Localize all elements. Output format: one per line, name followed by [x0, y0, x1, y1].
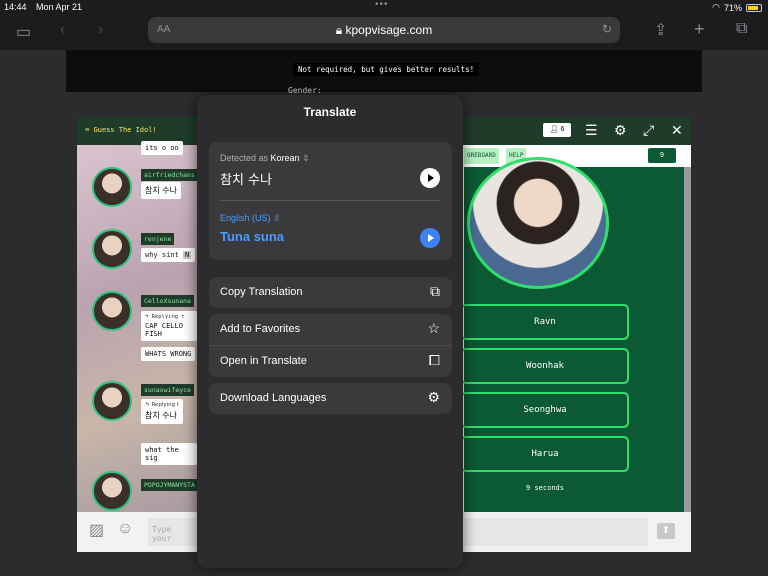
- open-in-translate-label: Open in Translate: [220, 355, 307, 367]
- scrollbar[interactable]: [684, 167, 691, 512]
- source-text: 참치 수나: [220, 173, 272, 188]
- browser-toolbar: ▭ ‹ › AA 🔒︎ kpopvisage.com ↻ ⇪ + ⧉: [0, 14, 768, 50]
- share-icon[interactable]: ⇪: [654, 20, 667, 40]
- gear-icon[interactable]: ⚙: [614, 122, 627, 139]
- address-bar[interactable]: AA 🔒︎ kpopvisage.com ↻: [148, 17, 620, 43]
- chat-username[interactable]: POPOJYMANYSTA: [141, 479, 198, 491]
- send-icon[interactable]: ⬆: [657, 523, 675, 539]
- emoji-icon[interactable]: ☺: [117, 520, 133, 538]
- avatar[interactable]: [92, 381, 132, 421]
- reload-icon[interactable]: ↻: [602, 22, 612, 36]
- chat-username[interactable]: renjene: [141, 233, 175, 245]
- chat-input[interactable]: Type your: [148, 518, 198, 546]
- answer-option[interactable]: Seonghwa: [461, 392, 629, 428]
- scoreboard-tab[interactable]: OREBOARD: [464, 148, 499, 164]
- chevron-updown-icon: ⇳: [273, 213, 281, 223]
- game-title: ⌨ Guess The Idol!: [85, 126, 157, 134]
- play-source-icon[interactable]: [420, 168, 440, 188]
- reply-text: Replying t: [151, 314, 185, 320]
- copy-translation-button[interactable]: Copy Translation ⧉: [209, 277, 452, 308]
- play-target-icon[interactable]: [420, 228, 440, 248]
- lock-icon: 🔒︎: [335, 23, 346, 37]
- status-date: Mon Apr 21: [36, 2, 83, 12]
- countdown-text: 9 seconds: [526, 484, 564, 492]
- gear-icon: ⚙: [427, 389, 440, 405]
- detected-language[interactable]: Detected as Korean ⇳: [220, 153, 310, 164]
- gender-label: Gender:: [288, 86, 322, 95]
- url-value: kpopvisage.com: [345, 23, 433, 37]
- list-icon[interactable]: ☰: [585, 122, 598, 139]
- translate-title: Translate: [303, 105, 357, 119]
- translation-card: Detected as Korean ⇳ 참치 수나 English (US) …: [209, 142, 452, 260]
- answer-option[interactable]: Ravn: [461, 304, 629, 340]
- close-icon[interactable]: ✕: [671, 122, 683, 139]
- chevron-updown-icon: ⇳: [302, 153, 310, 163]
- chat-message-text: 참치 수나: [145, 411, 177, 420]
- back-icon[interactable]: ‹: [60, 21, 65, 39]
- copy-translation-label: Copy Translation: [220, 286, 303, 298]
- reply-label: ↰ Replying t: [145, 402, 180, 408]
- divider: [220, 200, 441, 201]
- tabs-icon[interactable]: ⧉: [736, 20, 747, 38]
- status-time: 14:44: [4, 2, 27, 12]
- download-languages-label: Download Languages: [220, 392, 327, 404]
- forward-icon[interactable]: ›: [98, 21, 103, 39]
- add-favorites-button[interactable]: Add to Favorites ☆: [209, 314, 452, 345]
- download-languages-button[interactable]: Download Languages ⚙: [209, 383, 452, 414]
- new-tab-icon[interactable]: +: [694, 19, 705, 40]
- player-count[interactable]: 👤︎ 6: [543, 123, 571, 137]
- chat-message: its o oo: [141, 141, 183, 155]
- status-bar: 14:44 Mon Apr 21 ••• ◠ 71%: [0, 0, 768, 14]
- wifi-icon: ◠: [712, 2, 720, 12]
- external-link-icon: ⧠: [428, 352, 440, 368]
- status-right: ◠ 71%: [712, 2, 762, 13]
- chat-message-text: CAP CELLO FISH: [145, 322, 183, 338]
- chat-column[interactable]: its o oo airfriedchans 참치 수나 renjene why…: [77, 141, 198, 512]
- multitasking-dots[interactable]: •••: [375, 0, 389, 10]
- chat-message: WHATS WRONG: [141, 347, 196, 361]
- battery-percent: 71%: [723, 2, 742, 13]
- chat-message: why sint N: [141, 248, 196, 262]
- chat-input-area[interactable]: [464, 518, 648, 546]
- upload-hint: Not required, but gives better results!: [293, 63, 480, 76]
- target-language[interactable]: English (US) ⇳: [220, 213, 281, 224]
- chat-message: what the sig: [141, 443, 197, 465]
- target-lang-text: English (US): [220, 213, 271, 223]
- chat-username[interactable]: airfriedchans: [141, 169, 198, 181]
- url-text: 🔒︎ kpopvisage.com: [148, 23, 620, 38]
- chat-username[interactable]: CelloXsunana: [141, 295, 194, 307]
- target-text: Tuna suna: [220, 229, 285, 244]
- battery-icon: [746, 3, 762, 12]
- chat-tag: N: [182, 251, 192, 259]
- chat-message: ↰ Replying t 참치 수나: [141, 399, 184, 424]
- timer-badge: 9: [648, 148, 676, 163]
- open-in-translate-button[interactable]: Open in Translate ⧠: [209, 346, 452, 377]
- chat-username[interactable]: sunaxwifeyce: [141, 384, 194, 396]
- screen: 14:44 Mon Apr 21 ••• ◠ 71% ▭ ‹ › AA 🔒︎ k…: [0, 0, 768, 576]
- avatar[interactable]: [92, 229, 132, 269]
- player-count-value: 6: [560, 126, 565, 133]
- answer-option[interactable]: Woonhak: [461, 348, 629, 384]
- game-title-text: Guess The Idol!: [93, 126, 157, 134]
- star-icon: ☆: [427, 320, 440, 336]
- chat-message: ↰ Replying t CAP CELLO FISH: [141, 311, 197, 341]
- chat-message-text: why sint: [145, 251, 179, 259]
- avatar[interactable]: [92, 471, 132, 511]
- chat-message: 참치 수나: [141, 182, 181, 199]
- avatar[interactable]: [92, 291, 132, 331]
- sidebar-icon[interactable]: ▭: [16, 22, 31, 42]
- detected-lang: Korean: [270, 153, 300, 163]
- image-icon[interactable]: ▨: [89, 520, 104, 540]
- fullscreen-icon[interactable]: ⤢: [643, 122, 654, 139]
- add-favorites-label: Add to Favorites: [220, 323, 301, 335]
- copy-icon: ⧉: [430, 283, 440, 299]
- detected-prefix: Detected as: [220, 153, 269, 163]
- avatar[interactable]: [92, 167, 132, 207]
- idol-portrait: [467, 157, 609, 289]
- answer-option[interactable]: Harua: [461, 436, 629, 472]
- translate-popover: Translate Detected as Korean ⇳ 참치 수나 Eng…: [197, 95, 463, 568]
- reply-label: ↰ Replying t: [145, 314, 185, 320]
- reply-text: Replying t: [151, 402, 180, 408]
